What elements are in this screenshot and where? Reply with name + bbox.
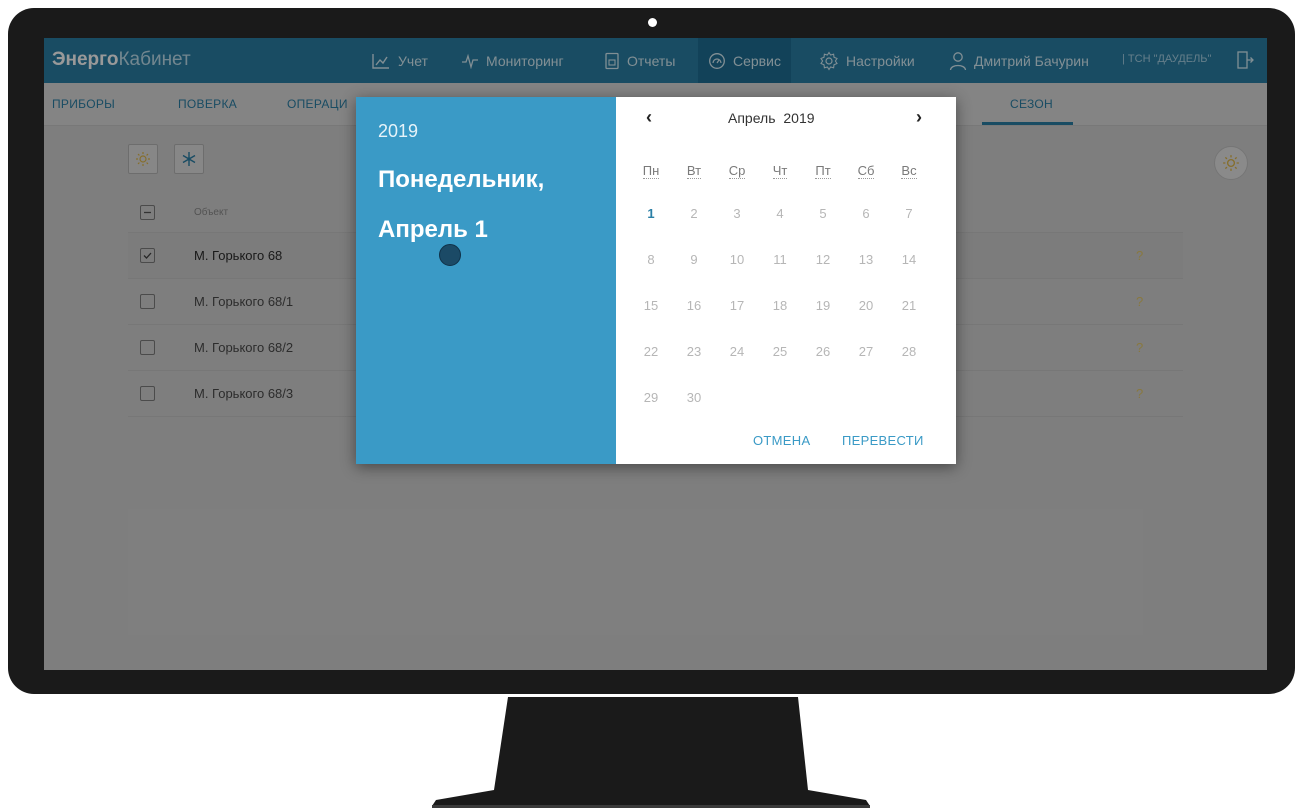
weekday-label: Ср: [717, 163, 757, 179]
calendar-day[interactable]: 27: [846, 344, 886, 359]
calendar-day[interactable]: 7: [889, 206, 929, 221]
calendar-day[interactable]: 21: [889, 298, 929, 313]
selected-date: Понедельник, Апрель 1: [378, 155, 608, 255]
weekday-label: Пн: [631, 163, 671, 179]
month-year: 2019: [783, 110, 815, 126]
calendar-day[interactable]: 13: [846, 252, 886, 267]
date-picker-dialog: 2019 Понедельник, Апрель 1 ‹ Апрель 2019…: [356, 97, 956, 464]
weekday-text: Сб: [857, 163, 875, 179]
calendar-day[interactable]: 5: [803, 206, 843, 221]
calendar-day[interactable]: 12: [803, 252, 843, 267]
calendar-day[interactable]: 17: [717, 298, 757, 313]
selected-year[interactable]: 2019: [378, 121, 418, 142]
date-picker-header: 2019 Понедельник, Апрель 1: [356, 97, 616, 464]
weekday-label: Чт: [760, 163, 800, 179]
calendar-day[interactable]: 10: [717, 252, 757, 267]
calendar-day[interactable]: 23: [674, 344, 714, 359]
calendar-panel: ‹ Апрель 2019 › Пн Вт Ср Чт Пт Сб Вс 123456789…: [616, 97, 956, 464]
calendar-day[interactable]: 9: [674, 252, 714, 267]
calendar-day[interactable]: 22: [631, 344, 671, 359]
calendar-day-selected[interactable]: 1: [631, 206, 671, 221]
calendar-day[interactable]: 15: [631, 298, 671, 313]
calendar-day[interactable]: 4: [760, 206, 800, 221]
calendar-day[interactable]: 18: [760, 298, 800, 313]
calendar-day[interactable]: 28: [889, 344, 929, 359]
selected-day-month: Апрель 1: [378, 216, 488, 243]
calendar-day[interactable]: 8: [631, 252, 671, 267]
weekday-text: Пт: [815, 163, 831, 179]
weekday-label: Пт: [803, 163, 843, 179]
calendar-day[interactable]: 20: [846, 298, 886, 313]
weekday-text: Вт: [686, 163, 702, 179]
prev-month-button[interactable]: ‹: [646, 107, 652, 128]
month-year-label: Апрель 2019: [728, 110, 815, 126]
calendar-day[interactable]: 11: [760, 252, 800, 267]
weekday-label: Вс: [889, 163, 929, 179]
calendar-day[interactable]: 29: [631, 390, 671, 405]
calendar-day[interactable]: 16: [674, 298, 714, 313]
month-label: Апрель: [728, 110, 776, 126]
cancel-button[interactable]: ОТМЕНА: [753, 433, 810, 448]
cursor-dot: [439, 244, 461, 266]
weekday-label: Вт: [674, 163, 714, 179]
calendar-day[interactable]: 19: [803, 298, 843, 313]
calendar-day[interactable]: 3: [717, 206, 757, 221]
calendar-day[interactable]: 30: [674, 390, 714, 405]
calendar-day[interactable]: 26: [803, 344, 843, 359]
selected-weekday: Понедельник,: [378, 166, 545, 193]
calendar-day[interactable]: 25: [760, 344, 800, 359]
weekday-text: Вс: [901, 163, 917, 179]
confirm-button[interactable]: ПЕРЕВЕСТИ: [842, 433, 924, 448]
weekday-text: Пн: [642, 163, 660, 179]
calendar-day[interactable]: 6: [846, 206, 886, 221]
next-month-button[interactable]: ›: [916, 107, 922, 128]
screen: ЭнергоКабинет Учет Мониторинг Отчеты Сер…: [44, 38, 1267, 670]
weekday-text: Ср: [728, 163, 746, 179]
weekday-label: Сб: [846, 163, 886, 179]
calendar-day[interactable]: 14: [889, 252, 929, 267]
weekday-text: Чт: [772, 163, 788, 179]
calendar-day[interactable]: 24: [717, 344, 757, 359]
calendar-day[interactable]: 2: [674, 206, 714, 221]
